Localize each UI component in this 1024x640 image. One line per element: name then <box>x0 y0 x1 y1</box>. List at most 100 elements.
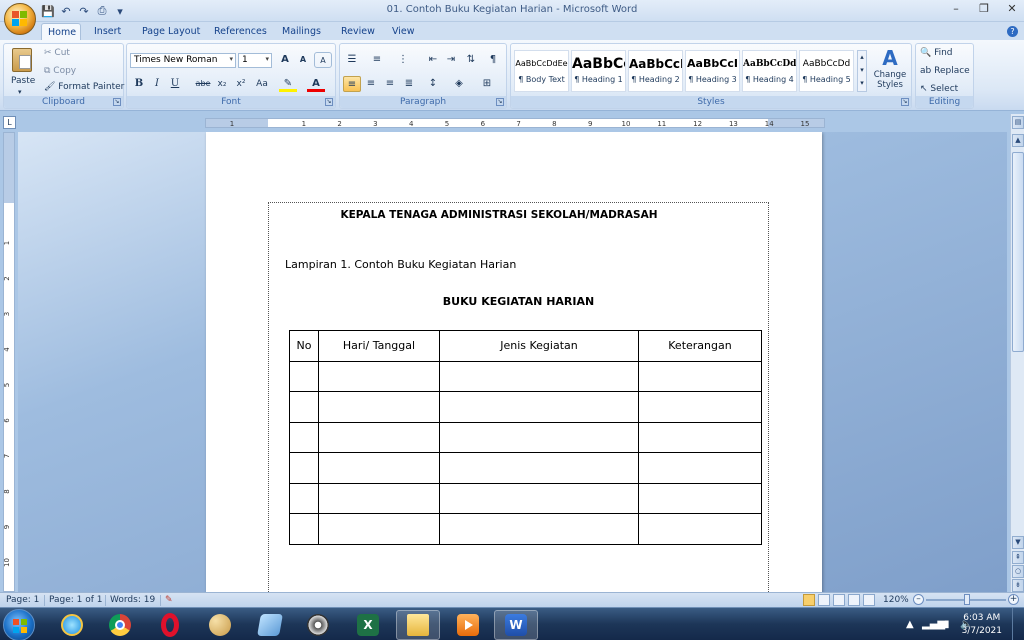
style-heading-2[interactable]: AaBbCcI ¶ Heading 2 <box>628 50 683 92</box>
tab-home[interactable]: Home <box>41 23 81 40</box>
bold-button[interactable]: B <box>130 76 148 92</box>
shading-icon[interactable]: ◈ <box>450 76 468 92</box>
zoom-level[interactable]: 120% <box>883 595 909 605</box>
table-cell[interactable] <box>318 452 440 484</box>
activity-table[interactable]: No Hari/ Tanggal Jenis Kegiatan Keterang… <box>289 330 762 545</box>
proofing-icon[interactable]: ✎ <box>165 595 173 605</box>
vertical-ruler[interactable]: 1 2 3 4 5 6 7 8 9 10 <box>3 132 15 592</box>
table-cell[interactable] <box>638 391 762 423</box>
table-cell[interactable] <box>439 482 639 514</box>
taskbar-word[interactable]: W <box>494 610 538 640</box>
taskbar-paint[interactable] <box>198 610 242 640</box>
outline-icon[interactable] <box>848 594 860 606</box>
tab-references[interactable]: References <box>208 23 273 40</box>
document-page[interactable]: KEPALA TENAGA ADMINISTRASI SEKOLAH/MADRA… <box>206 132 822 592</box>
network-icon[interactable]: ▂▄▆ <box>922 619 945 630</box>
font-name-combo[interactable]: Times New Roman ▾ <box>130 53 236 68</box>
zoom-slider-thumb[interactable] <box>964 594 970 605</box>
align-center-icon[interactable]: ≡ <box>362 76 380 92</box>
clipboard-launcher-icon[interactable]: ↘ <box>113 98 121 106</box>
table-cell[interactable] <box>638 360 762 392</box>
copy-button[interactable]: ⧉ Copy <box>44 66 76 76</box>
full-screen-reading-icon[interactable] <box>818 594 830 606</box>
text-box[interactable]: KEPALA TENAGA ADMINISTRASI SEKOLAH/MADRA… <box>268 202 769 592</box>
zoom-out-icon[interactable]: – <box>913 594 924 605</box>
select-button[interactable]: ↖ Select <box>920 84 958 94</box>
taskbar-player[interactable] <box>446 610 490 640</box>
justify-icon[interactable]: ≣ <box>400 76 418 92</box>
horizontal-ruler[interactable]: 1 1 2 3 4 5 6 7 8 9 10 11 12 13 14 15 <box>205 118 825 128</box>
status-page[interactable]: Page: 1 <box>6 595 39 605</box>
previous-page-icon[interactable]: ⇞ <box>1012 551 1024 564</box>
col-header-date[interactable]: Hari/ Tanggal <box>318 330 440 362</box>
help-icon[interactable]: ? <box>1007 26 1018 37</box>
maximize-button[interactable]: ❐ <box>976 2 992 18</box>
draft-icon[interactable] <box>863 594 875 606</box>
replace-button[interactable]: ab Replace <box>920 66 970 76</box>
taskbar-app[interactable] <box>248 610 292 640</box>
underline-button[interactable]: U <box>166 76 184 92</box>
font-launcher-icon[interactable]: ↘ <box>325 98 333 106</box>
format-painter-button[interactable]: 🖌 Format Painter <box>44 82 124 92</box>
table-cell[interactable] <box>318 391 440 423</box>
table-cell[interactable] <box>318 513 440 545</box>
table-cell[interactable] <box>638 421 762 453</box>
align-right-icon[interactable]: ≡ <box>381 76 399 92</box>
cut-button[interactable]: ✂ Cut <box>44 48 70 58</box>
tab-page-layout[interactable]: Page Layout <box>136 23 206 40</box>
table-cell[interactable] <box>289 421 319 453</box>
web-layout-icon[interactable] <box>833 594 845 606</box>
numbering-icon[interactable]: ≡ <box>368 52 386 68</box>
line-spacing-icon[interactable]: ↕ <box>424 76 442 92</box>
table-cell[interactable] <box>289 482 319 514</box>
taskbar-chrome[interactable] <box>98 610 142 640</box>
table-cell[interactable] <box>638 452 762 484</box>
next-page-icon[interactable]: ⇟ <box>1012 579 1024 592</box>
office-button[interactable] <box>4 3 36 35</box>
subscript-button[interactable]: x₂ <box>213 76 231 92</box>
table-cell[interactable] <box>439 360 639 392</box>
scroll-up-icon[interactable]: ▲ <box>1012 134 1024 147</box>
scroll-thumb[interactable] <box>1012 152 1024 352</box>
bullets-icon[interactable]: ☰ <box>343 52 361 68</box>
style-body-text[interactable]: AaBbCcDdEe ¶ Body Text <box>514 50 569 92</box>
style-heading-4[interactable]: AaBbCcDd ¶ Heading 4 <box>742 50 797 92</box>
start-button[interactable] <box>3 609 35 640</box>
tab-view[interactable]: View <box>386 23 421 40</box>
table-cell[interactable] <box>289 391 319 423</box>
table-cell[interactable] <box>439 421 639 453</box>
styles-scroll[interactable]: ▴ ▾ ▾ <box>857 50 867 92</box>
shrink-font-button[interactable]: A <box>294 52 312 68</box>
col-header-notes[interactable]: Keterangan <box>638 330 762 362</box>
style-heading-1[interactable]: AaBbCc ¶ Heading 1 <box>571 50 626 92</box>
system-clock[interactable]: 6:03 AM 3/7/2021 <box>962 612 1002 638</box>
taskbar-excel[interactable]: X <box>346 610 390 640</box>
borders-icon[interactable]: ⊞ <box>478 76 496 92</box>
table-cell[interactable] <box>638 482 762 514</box>
increase-indent-icon[interactable]: ⇥ <box>442 52 460 68</box>
minimize-button[interactable]: – <box>948 2 964 18</box>
tab-mailings[interactable]: Mailings <box>276 23 327 40</box>
table-cell[interactable] <box>318 360 440 392</box>
paste-dropdown-icon[interactable]: ▾ <box>18 88 22 96</box>
paragraph-launcher-icon[interactable]: ↘ <box>496 98 504 106</box>
status-page-of[interactable]: Page: 1 of 1 <box>49 595 103 605</box>
styles-launcher-icon[interactable]: ↘ <box>901 98 909 106</box>
tab-review[interactable]: Review <box>335 23 381 40</box>
taskbar-explorer[interactable] <box>396 610 440 640</box>
table-cell[interactable] <box>318 421 440 453</box>
col-header-no[interactable]: No <box>289 330 319 362</box>
status-words[interactable]: Words: 19 <box>110 595 155 605</box>
align-left-icon[interactable]: ≡ <box>343 76 361 92</box>
paste-label[interactable]: Paste <box>11 76 35 86</box>
tab-insert[interactable]: Insert <box>88 23 127 40</box>
sort-icon[interactable]: ⇅ <box>462 52 480 68</box>
superscript-button[interactable]: x² <box>232 76 250 92</box>
find-button[interactable]: 🔍 Find <box>920 48 953 58</box>
multilevel-list-icon[interactable]: ⋮ <box>394 52 412 68</box>
close-button[interactable]: ✕ <box>1004 2 1020 18</box>
show-marks-icon[interactable]: ¶ <box>484 52 502 68</box>
ruler-toggle-icon[interactable]: ▤ <box>1012 116 1024 129</box>
show-desktop-button[interactable] <box>1012 608 1024 640</box>
table-cell[interactable] <box>289 452 319 484</box>
